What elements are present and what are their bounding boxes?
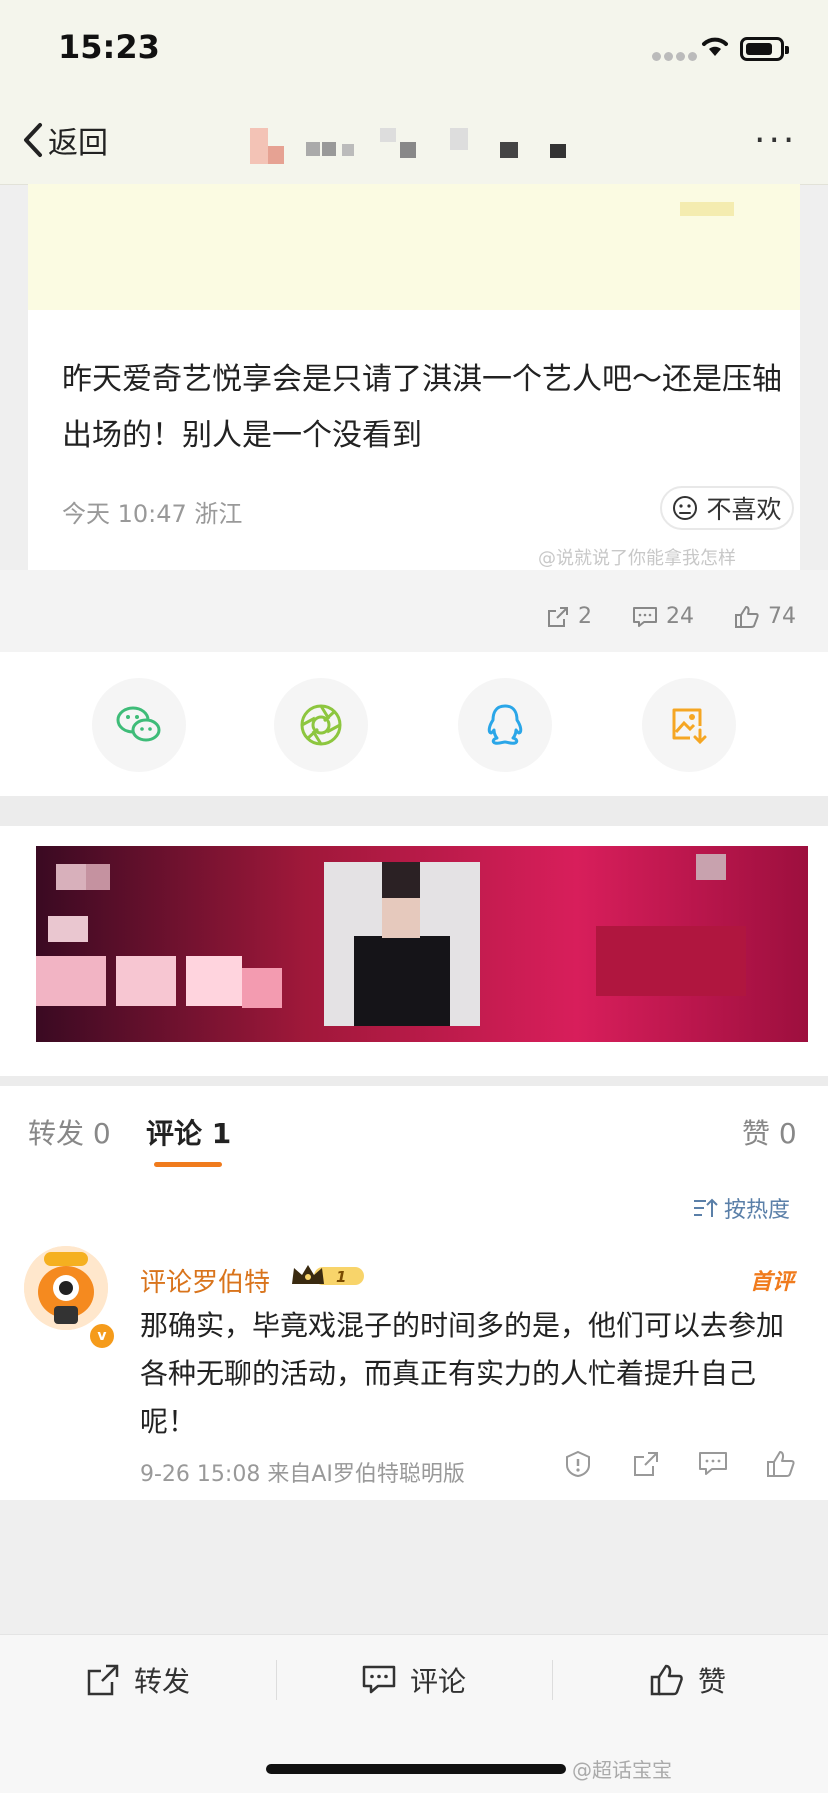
section-divider <box>0 796 828 826</box>
member-crown-icon: 1 <box>290 1262 368 1292</box>
first-comment-badge: 首评 <box>750 1270 795 1295</box>
comment-like-button[interactable] <box>766 1450 796 1482</box>
thumbs-up-icon <box>650 1664 683 1696</box>
tab-like[interactable]: 赞 0 <box>742 1112 797 1152</box>
report-icon <box>566 1450 590 1478</box>
repost-count: 2 <box>578 604 592 629</box>
repost-button[interactable]: 转发 <box>86 1660 190 1700</box>
dislike-button[interactable]: 不喜欢 <box>660 486 794 530</box>
comment-icon <box>633 606 657 627</box>
tab-active-indicator <box>154 1162 222 1167</box>
comment-button[interactable]: 评论 <box>362 1660 466 1700</box>
like-button[interactable]: 赞 <box>650 1660 726 1700</box>
cellular-signal-icon <box>652 46 700 65</box>
comment-icon <box>362 1665 396 1694</box>
share-qq-button[interactable] <box>458 678 552 772</box>
post-meta: 今天 10:47 浙江 <box>62 500 243 528</box>
post-text: 昨天爱奇艺悦享会是只请了淇淇一个艺人吧～还是压轴出场的！别人是一个没看到 <box>62 362 782 453</box>
like-stat[interactable]: 74 <box>734 604 796 629</box>
tab-repost[interactable]: 转发 0 <box>28 1112 111 1152</box>
comment-username[interactable]: 评论罗伯特 <box>140 1262 270 1299</box>
comment-meta: 9-26 15:08 来自AI罗伯特聪明版 <box>140 1462 465 1487</box>
comment-tabs <box>0 1086 828 1173</box>
comment-repost-button[interactable] <box>632 1450 660 1482</box>
thumbs-up-icon <box>735 605 759 628</box>
comment-count: 24 <box>666 604 694 629</box>
wifi-icon <box>700 34 730 62</box>
like-label: 赞 <box>698 1665 727 1698</box>
like-count: 74 <box>768 604 796 629</box>
moments-icon <box>300 704 342 746</box>
repost-icon <box>548 606 568 627</box>
watermark-bottom: @超话宝宝 <box>572 1758 672 1782</box>
divider-2 <box>552 1660 553 1700</box>
chevron-left-icon <box>24 123 42 157</box>
battery-icon <box>740 37 789 61</box>
share-moments-button[interactable] <box>274 678 368 772</box>
verified-badge-icon: v <box>88 1322 116 1350</box>
back-button[interactable]: 返回 <box>22 118 108 162</box>
post-stats <box>0 570 828 652</box>
post-header-tag <box>680 202 734 216</box>
save-image-icon <box>672 708 707 745</box>
report-button[interactable] <box>564 1450 592 1482</box>
comment-text: 那确实，毕竟戏混子的时间多的是，他们可以去参加各种无聊的活动，而真正有实力的人忙… <box>140 1309 785 1438</box>
repost-stat[interactable]: 2 <box>546 604 592 629</box>
home-indicator[interactable] <box>266 1764 566 1774</box>
save-image-button[interactable] <box>642 678 736 772</box>
qq-icon <box>487 704 523 745</box>
repost-icon <box>634 1452 658 1476</box>
sort-button[interactable]: 按热度 <box>692 1192 790 1224</box>
wechat-icon <box>116 706 161 742</box>
nav-title-blurred <box>250 128 590 168</box>
share-wechat-button[interactable] <box>92 678 186 772</box>
sad-face-icon <box>673 496 698 520</box>
back-label: 返回 <box>48 126 108 161</box>
status-time: 15:23 <box>58 28 160 66</box>
repost-label: 转发 <box>134 1665 191 1698</box>
repost-icon <box>87 1664 119 1696</box>
comment-stat[interactable]: 24 <box>632 604 694 629</box>
section-divider-2 <box>0 1076 828 1086</box>
divider <box>276 1660 277 1700</box>
avatar[interactable] <box>24 1246 108 1330</box>
ad-banner-image-blurred[interactable] <box>36 846 808 1042</box>
comment-icon <box>699 1452 727 1475</box>
sort-label: 按热度 <box>724 1198 791 1223</box>
comment-reply-button[interactable] <box>698 1450 728 1482</box>
svg-text:1: 1 <box>336 1268 346 1286</box>
dislike-label: 不喜欢 <box>706 495 782 524</box>
thumbs-up-icon <box>767 1451 795 1477</box>
tab-comment[interactable]: 评论 1 <box>146 1112 231 1152</box>
watermark: @说就说了你能拿我怎样 <box>538 548 736 569</box>
sort-icon <box>694 1198 718 1217</box>
more-options-button[interactable]: ··· <box>754 123 797 159</box>
comment-label: 评论 <box>410 1665 467 1698</box>
